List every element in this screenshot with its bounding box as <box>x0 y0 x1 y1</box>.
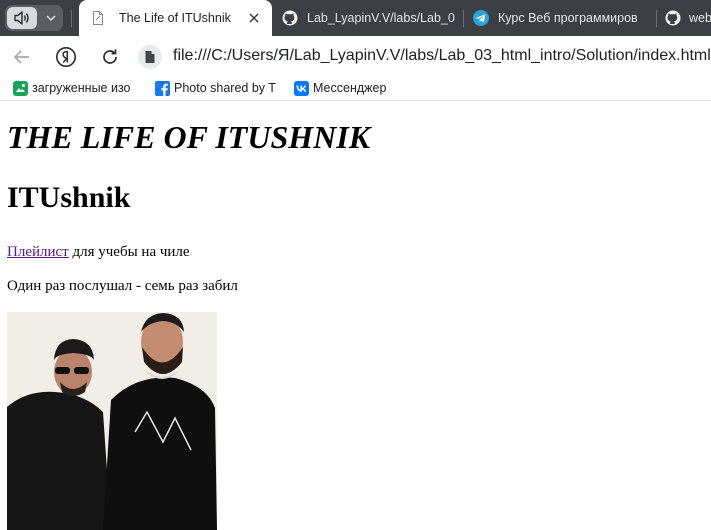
tab-separator <box>656 10 657 27</box>
tab-title: Lab_LyapinV.V/labs/Lab_0 <box>307 11 455 25</box>
browser-toolbar: file:///C:/Users/Я/Lab_LyapinV.V/labs/La… <box>0 36 711 78</box>
page-subtitle: ITUshnik <box>7 181 131 214</box>
band-photo <box>7 312 217 530</box>
page-content: THE LIFE OF ITUSHNIK ITUshnik Плейлист д… <box>0 101 711 530</box>
playlist-link[interactable]: Плейлист <box>7 244 69 260</box>
page-info-icon[interactable] <box>138 45 162 69</box>
tab-lab-lyapin[interactable]: Lab_LyapinV.V/labs/Lab_0 <box>274 0 464 36</box>
bookmark-label: Photo shared by T <box>174 81 276 95</box>
tab-kurs-veb[interactable]: Курс Веб программиров <box>466 0 656 36</box>
tab-the-life-of-itushnik[interactable]: The Life of ITUshnik <box>79 0 272 36</box>
yandex-icon[interactable] <box>54 45 78 69</box>
tab-separator <box>71 10 72 27</box>
tab-title: The Life of ITUshnik <box>119 11 231 25</box>
audio-controls <box>5 5 63 31</box>
vk-icon <box>294 81 309 96</box>
close-icon[interactable] <box>246 10 262 26</box>
back-icon[interactable] <box>10 45 34 69</box>
github-icon <box>665 10 681 26</box>
playlist-paragraph: Плейлист для учебы на чиле <box>7 244 190 261</box>
bookmark-messenger[interactable]: Мессенджер <box>294 80 404 98</box>
chevron-down-icon[interactable] <box>41 7 61 29</box>
bookmark-label: загруженные изо <box>32 81 131 95</box>
image-bookmark-icon <box>13 81 28 96</box>
tab-separator <box>463 10 464 27</box>
tab-title: Курс Веб программиров <box>498 11 638 25</box>
telegram-icon <box>473 10 489 26</box>
reload-icon[interactable] <box>98 45 122 69</box>
tab-web[interactable]: web <box>659 0 711 36</box>
bookmark-photo-shared[interactable]: Photo shared by T <box>155 80 281 98</box>
github-icon <box>282 10 298 26</box>
speaker-icon[interactable] <box>7 7 37 29</box>
file-icon <box>90 10 106 26</box>
tab-strip: The Life of ITUshnik Lab_LyapinV.V/labs/… <box>0 0 711 36</box>
quote-paragraph: Один раз послушал - семь раз забил <box>7 278 238 294</box>
address-bar[interactable]: file:///C:/Users/Я/Lab_LyapinV.V/labs/La… <box>173 47 711 65</box>
facebook-icon <box>155 81 170 96</box>
bookmark-zagruzhennye[interactable]: загруженные изо <box>13 80 141 98</box>
bookmark-label: Мессенджер <box>313 81 387 95</box>
playlist-text: для учебы на чиле <box>68 244 190 260</box>
bookmarks-bar: загруженные изо Photo shared by T Мессен… <box>0 78 711 101</box>
page-title: THE LIFE OF ITUSHNIK <box>7 119 371 155</box>
tab-title: web <box>689 11 711 25</box>
